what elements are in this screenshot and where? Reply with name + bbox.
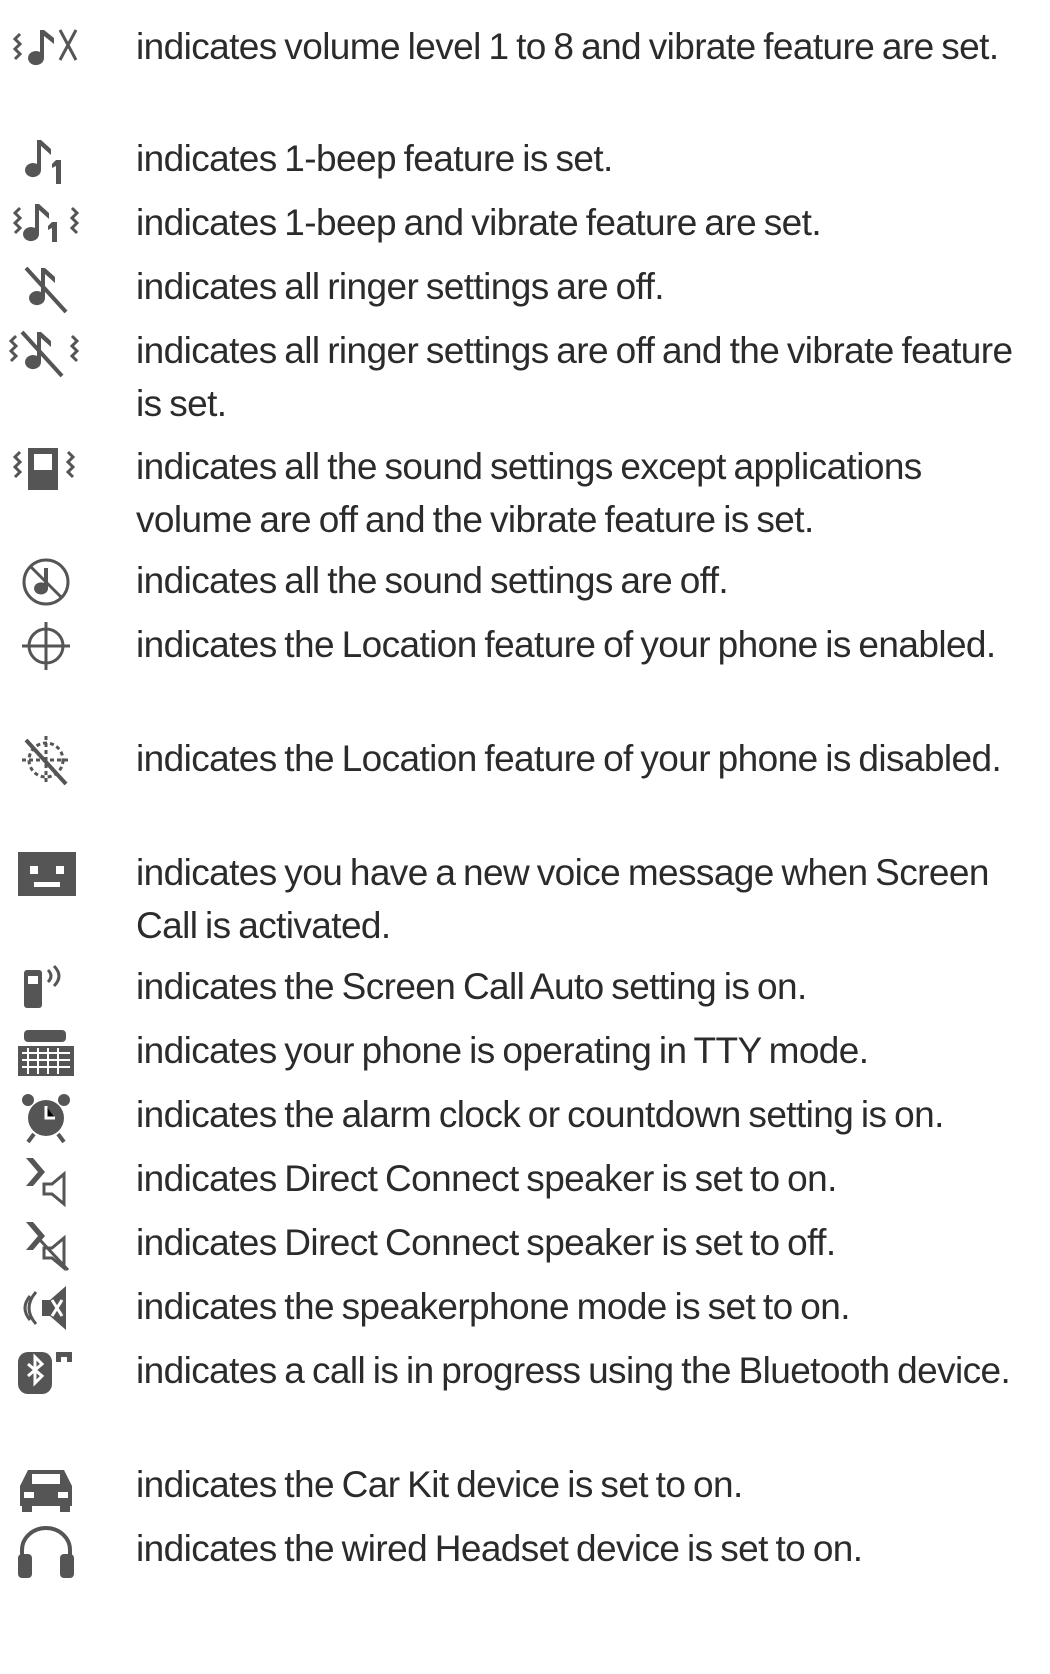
item-description: indicates 1-beep feature is set. [136, 138, 613, 179]
item-description: indicates your phone is operating in TTY… [136, 1030, 869, 1071]
ringer-off-icon [6, 262, 82, 318]
item-description: indicates the Screen Call Auto setting i… [136, 966, 807, 1007]
item-description: indicates you have a new voice message w… [136, 852, 989, 946]
dc-speaker-off-icon [6, 1218, 82, 1274]
item-description: indicates a call is in progress using th… [136, 1350, 1011, 1391]
headset-icon [6, 1524, 82, 1580]
vibrate-volume-icon [6, 22, 82, 78]
item-description: indicates all ringer settings are off an… [136, 330, 1013, 424]
item-description: indicates the wired Headset device is se… [136, 1528, 863, 1569]
item-description: indicates 1-beep and vibrate feature are… [136, 202, 822, 243]
item-description: indicates all the sound settings are off… [136, 560, 729, 601]
item-description: indicates the Car Kit device is set to o… [136, 1464, 743, 1505]
item-description: indicates volume level 1 to 8 and vibrat… [136, 26, 999, 67]
item-description: indicates the alarm clock or countdown s… [136, 1094, 944, 1135]
item-description: indicates Direct Connect speaker is set … [136, 1158, 837, 1199]
ringer-off-vibrate-icon [6, 326, 82, 382]
location-off-icon [6, 734, 82, 790]
screen-call-auto-icon [6, 962, 82, 1018]
car-kit-icon [6, 1460, 82, 1516]
item-description: indicates all ringer settings are off. [136, 266, 665, 307]
one-beep-icon [6, 134, 82, 190]
item-description: indicates Direct Connect speaker is set … [136, 1222, 836, 1263]
vibrate-only-icon [6, 442, 82, 498]
alarm-clock-icon [6, 1090, 82, 1146]
tty-icon [6, 1026, 82, 1082]
item-description: indicates all the sound settings except … [136, 446, 922, 540]
bluetooth-call-icon [6, 1346, 82, 1402]
item-description: indicates the Location feature of your p… [136, 738, 1002, 779]
item-description: indicates the speakerphone mode is set t… [136, 1286, 850, 1327]
item-description: indicates the Location feature of your p… [136, 624, 996, 665]
location-on-icon [6, 620, 82, 676]
all-sound-off-icon [6, 556, 82, 612]
voice-message-icon [6, 848, 82, 904]
dc-speaker-on-icon [6, 1154, 82, 1210]
one-beep-vibrate-icon [6, 198, 82, 254]
speakerphone-icon [6, 1282, 82, 1338]
